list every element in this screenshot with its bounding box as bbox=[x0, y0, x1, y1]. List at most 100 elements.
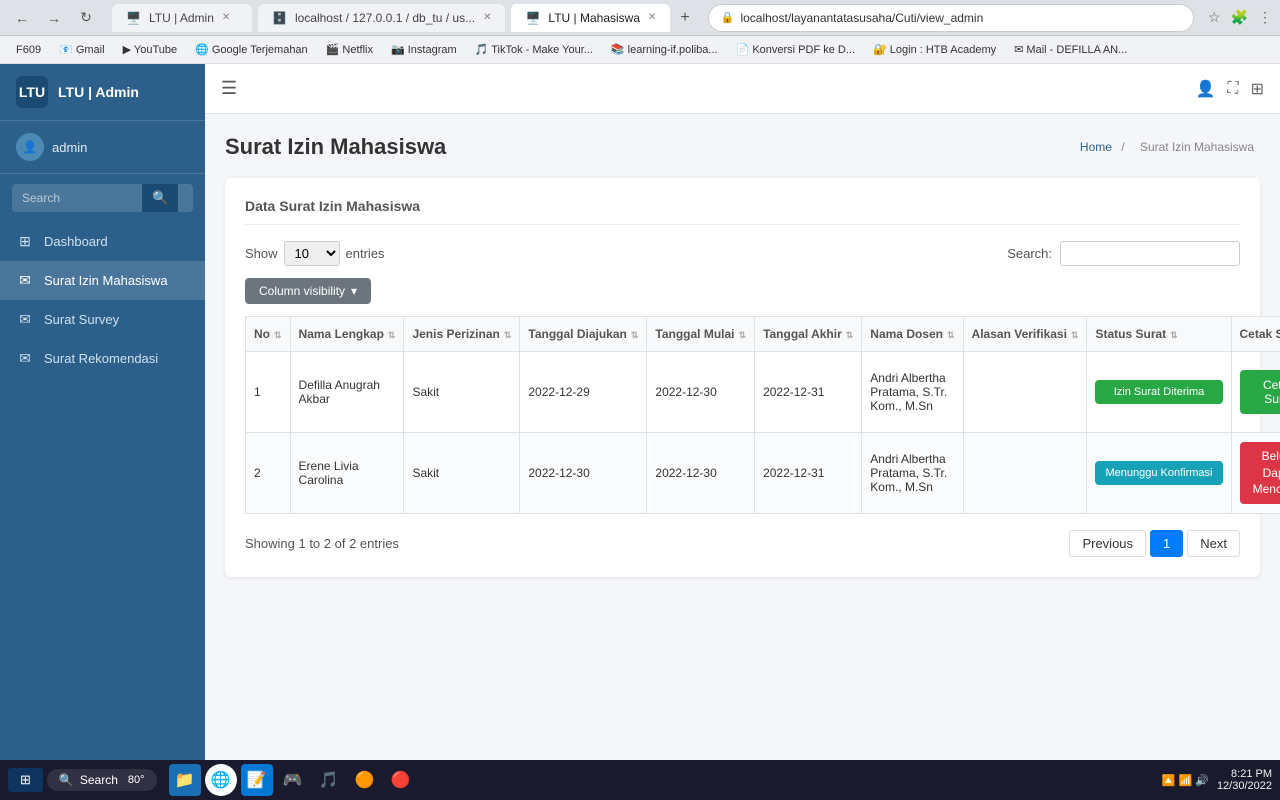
browser-tab-1[interactable]: 🖥️ LTU | Admin ✕ bbox=[112, 4, 252, 32]
entries-select[interactable]: 10 25 50 100 bbox=[284, 241, 340, 266]
time-display: 8:21 PM bbox=[1217, 768, 1272, 780]
browser-tab-2[interactable]: 🗄️ localhost / 127.0.0.1 / db_tu / us...… bbox=[258, 4, 505, 32]
tab3-label: LTU | Mahasiswa bbox=[548, 11, 640, 25]
browser-nav[interactable]: ← → ↻ bbox=[8, 4, 100, 32]
entries-label: entries bbox=[346, 246, 385, 261]
taskbar-search[interactable]: 🔍 Search 80° bbox=[47, 769, 157, 791]
tab2-favicon: 🗄️ bbox=[272, 11, 287, 25]
taskbar-sys-icons: 🔼 📶 🔊 bbox=[1162, 774, 1209, 787]
data-card: Data Surat Izin Mahasiswa Show 10 25 50 … bbox=[225, 178, 1260, 577]
sidebar: LTU LTU | Admin 👤 admin 🔍 ⊞ Dashboard ✉ … bbox=[0, 64, 205, 760]
tab3-favicon: 🖥️ bbox=[525, 11, 540, 25]
taskbar-chrome[interactable]: 🌐 bbox=[205, 764, 237, 796]
breadcrumb-separator: / bbox=[1121, 140, 1124, 154]
taskbar-app-icons: 📁 🌐 📝 🎮 🎵 🟠 🔴 bbox=[169, 764, 417, 796]
tab1-label: LTU | Admin bbox=[149, 11, 214, 25]
page-1-btn[interactable]: 1 bbox=[1150, 530, 1183, 557]
back-btn[interactable]: ← bbox=[8, 4, 36, 32]
sidebar-item-surat-izin[interactable]: ✉ Surat Izin Mahasiswa bbox=[0, 261, 205, 300]
menu-dots-icon[interactable]: ⋮ bbox=[1258, 9, 1272, 26]
row2-status: Menunggu Konfirmasi bbox=[1087, 433, 1231, 514]
table-header-row: No⇅ Nama Lengkap⇅ Jenis Perizinan⇅ Tangg… bbox=[246, 317, 1280, 352]
page-header: Surat Izin Mahasiswa Home / Surat Izin M… bbox=[225, 134, 1260, 160]
taskbar-app5[interactable]: 🎵 bbox=[313, 764, 345, 796]
app-container: LTU LTU | Admin 👤 admin 🔍 ⊞ Dashboard ✉ … bbox=[0, 64, 1280, 760]
new-tab-btn[interactable]: + bbox=[676, 9, 693, 27]
bookmark-learning[interactable]: 📚 learning-if.poliba... bbox=[603, 41, 726, 58]
sidebar-item-surat-survey-label: Surat Survey bbox=[44, 312, 119, 327]
bookmark-pdf[interactable]: 📄 Konversi PDF ke D... bbox=[728, 41, 863, 58]
taskbar-right: 🔼 📶 🔊 8:21 PM 12/30/2022 bbox=[1162, 768, 1272, 792]
col-visibility-btn[interactable]: Column visibility ▾ bbox=[245, 278, 371, 304]
row1-tanggal-diajukan: 2022-12-29 bbox=[520, 352, 647, 433]
sidebar-user: 👤 admin bbox=[0, 121, 205, 174]
next-btn[interactable]: Next bbox=[1187, 530, 1240, 557]
col-tanggal-akhir: Tanggal Akhir⇅ bbox=[755, 317, 862, 352]
search-control: Search: bbox=[1007, 241, 1240, 266]
col-vis-label: Column visibility bbox=[259, 284, 345, 298]
tab3-close[interactable]: ✕ bbox=[648, 12, 656, 23]
topbar-right: 👤 ⛶ ⊞ bbox=[1195, 79, 1264, 99]
row2-nama-dosen: Andri Albertha Pratama, S.Tr. Kom., M.Sn bbox=[862, 433, 963, 514]
bookmark-htb[interactable]: 🔐 Login : HTB Academy bbox=[865, 41, 1004, 58]
user-icon[interactable]: 👤 bbox=[1195, 79, 1215, 99]
sidebar-item-surat-rekomendasi[interactable]: ✉ Surat Rekomendasi bbox=[0, 339, 205, 378]
row2-jenis: Sakit bbox=[404, 433, 520, 514]
start-button[interactable]: ⊞ bbox=[8, 768, 43, 792]
topbar: ☰ 👤 ⛶ ⊞ bbox=[205, 64, 1280, 114]
reload-btn[interactable]: ↻ bbox=[72, 4, 100, 32]
bookmark-f609[interactable]: F609 bbox=[8, 42, 49, 58]
breadcrumb-home[interactable]: Home bbox=[1080, 140, 1112, 154]
table-row: 2 Erene Livia Carolina Sakit 2022-12-30 … bbox=[246, 433, 1280, 514]
browser-tab-3[interactable]: 🖥️ LTU | Mahasiswa ✕ bbox=[511, 4, 670, 32]
previous-btn[interactable]: Previous bbox=[1069, 530, 1146, 557]
bookmark-instagram[interactable]: 📷 Instagram bbox=[383, 41, 465, 58]
tab1-close[interactable]: ✕ bbox=[222, 12, 230, 23]
row1-nama: Defilla Anugrah Akbar bbox=[290, 352, 404, 433]
search-input[interactable] bbox=[12, 185, 142, 211]
row2-status-badge: Menunggu Konfirmasi bbox=[1095, 461, 1222, 485]
taskbar-file-explorer[interactable]: 📁 bbox=[169, 764, 201, 796]
forward-btn[interactable]: → bbox=[40, 4, 68, 32]
bookmark-icon[interactable]: ☆ bbox=[1208, 9, 1221, 26]
row2-cetak-btn[interactable]: Belum Dapat Mencetak bbox=[1240, 442, 1280, 504]
taskbar-search-label: Search bbox=[80, 773, 118, 787]
row2-tanggal-diajukan: 2022-12-30 bbox=[520, 433, 647, 514]
row2-nama: Erene Livia Carolina bbox=[290, 433, 404, 514]
bookmark-gmail[interactable]: 📧 Gmail bbox=[51, 41, 112, 58]
row1-jenis: Sakit bbox=[404, 352, 520, 433]
bookmark-netflix[interactable]: 🎬 Netflix bbox=[318, 41, 381, 58]
content-area: Surat Izin Mahasiswa Home / Surat Izin M… bbox=[205, 114, 1280, 760]
hamburger-btn[interactable]: ☰ bbox=[221, 78, 237, 99]
row2-cetak: Belum Dapat Mencetak bbox=[1231, 433, 1280, 514]
table-controls: Show 10 25 50 100 entries Search: bbox=[245, 241, 1240, 266]
sidebar-item-dashboard[interactable]: ⊞ Dashboard bbox=[0, 222, 205, 261]
bookmark-tiktok[interactable]: 🎵 TikTok - Make Your... bbox=[467, 41, 601, 58]
row2-tanggal-mulai: 2022-12-30 bbox=[647, 433, 755, 514]
pagination: Previous 1 Next bbox=[1069, 530, 1240, 557]
tab2-close[interactable]: ✕ bbox=[483, 12, 491, 23]
avatar: 👤 bbox=[16, 133, 44, 161]
sidebar-search-container: 🔍 bbox=[0, 174, 205, 222]
expand-icon[interactable]: ⛶ bbox=[1227, 80, 1238, 98]
row2-no: 2 bbox=[246, 433, 291, 514]
sidebar-item-surat-survey[interactable]: ✉ Surat Survey bbox=[0, 300, 205, 339]
url-bar[interactable]: 🔒 localhost/layanantatasusaha/Cuti/view_… bbox=[708, 4, 1194, 32]
tab2-label: localhost / 127.0.0.1 / db_tu / us... bbox=[295, 11, 475, 25]
search-button[interactable]: 🔍 bbox=[142, 184, 178, 212]
table-search-input[interactable] bbox=[1060, 241, 1240, 266]
taskbar-app7[interactable]: 🔴 bbox=[385, 764, 417, 796]
bookmark-youtube[interactable]: ▶ YouTube bbox=[115, 41, 186, 58]
taskbar-vscode[interactable]: 📝 bbox=[241, 764, 273, 796]
grid-icon[interactable]: ⊞ bbox=[1251, 79, 1264, 99]
extension-icon[interactable]: 🧩 bbox=[1231, 9, 1248, 26]
row1-no: 1 bbox=[246, 352, 291, 433]
bookmark-translate[interactable]: 🌐 Google Terjemahan bbox=[187, 41, 316, 58]
bookmark-mail[interactable]: ✉ Mail - DEFILLA AN... bbox=[1006, 41, 1135, 58]
taskbar-app6[interactable]: 🟠 bbox=[349, 764, 381, 796]
row1-cetak-btn[interactable]: Cetak Surat bbox=[1240, 370, 1280, 414]
col-nama: Nama Lengkap⇅ bbox=[290, 317, 404, 352]
topbar-left: ☰ bbox=[221, 78, 237, 99]
taskbar-app4[interactable]: 🎮 bbox=[277, 764, 309, 796]
surat-survey-icon: ✉ bbox=[16, 311, 34, 328]
